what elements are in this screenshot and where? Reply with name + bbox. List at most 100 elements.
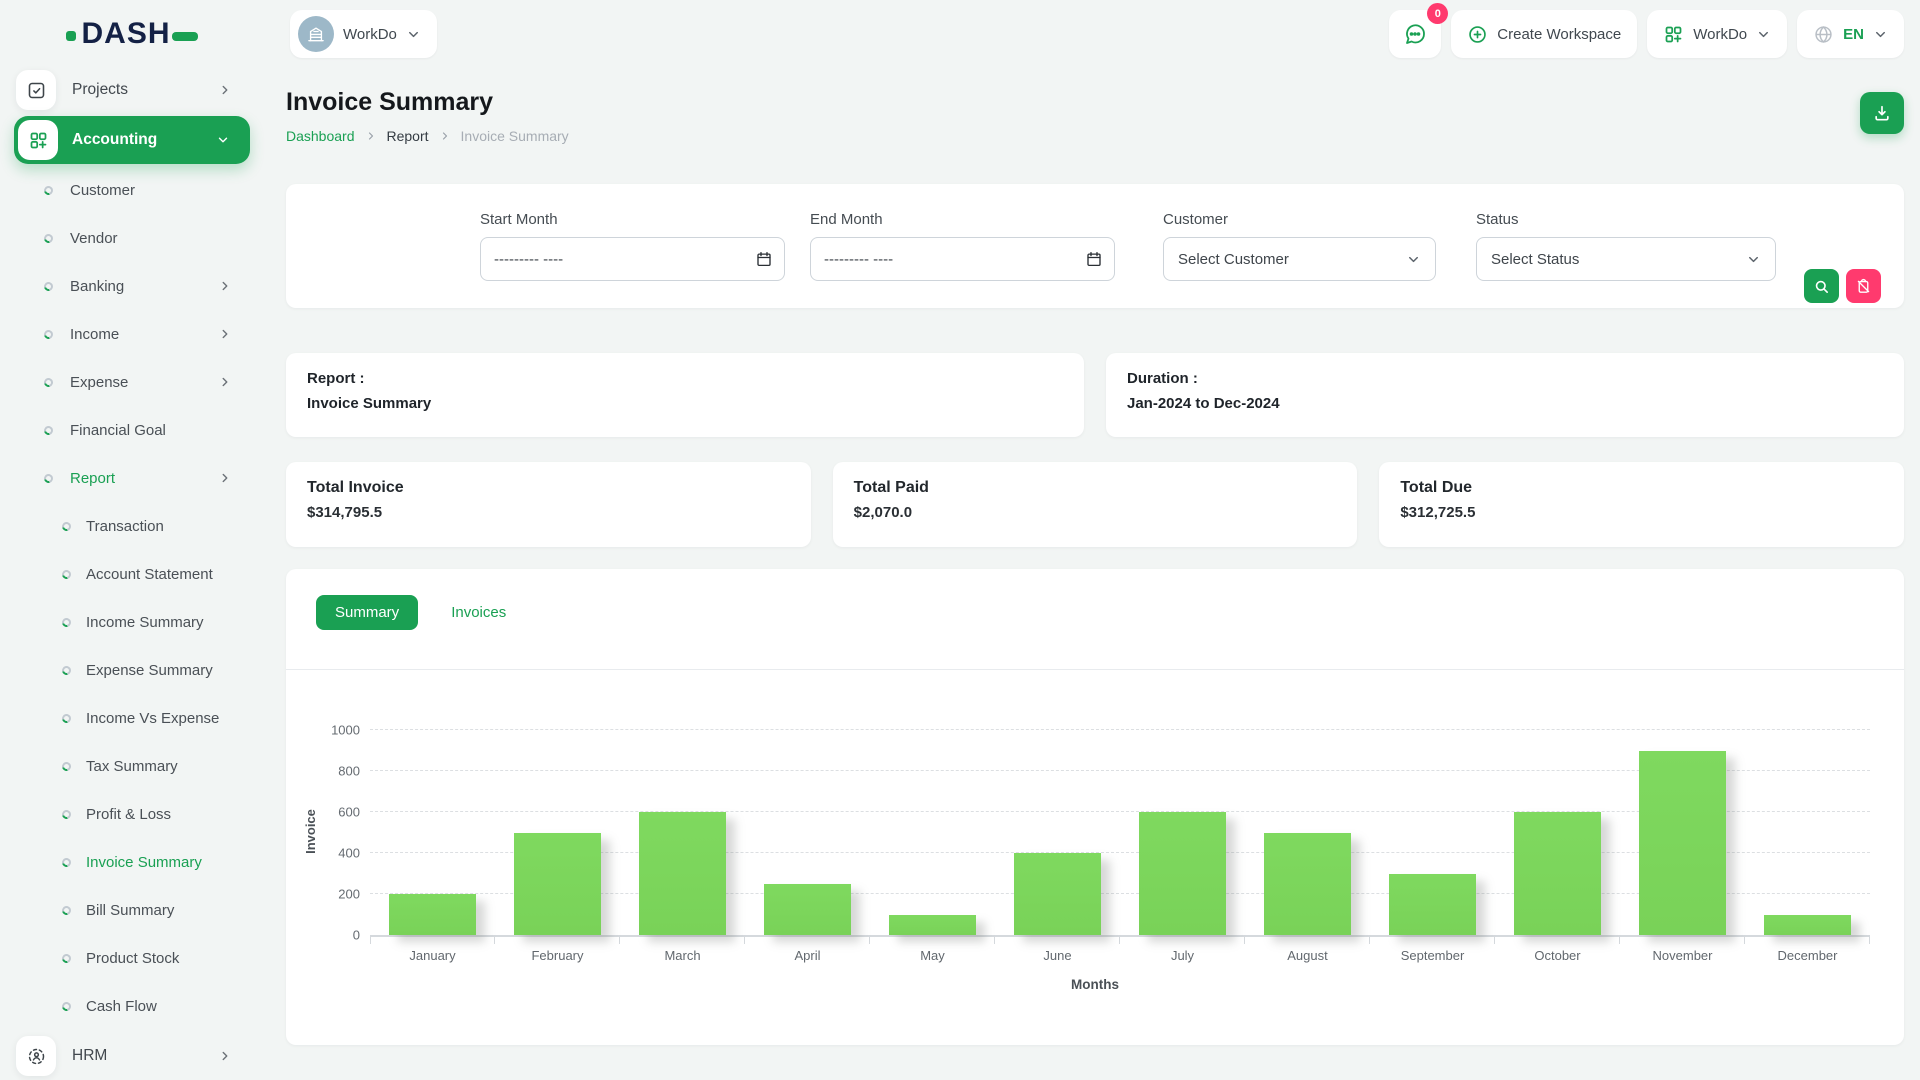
- bar-april: [764, 884, 851, 935]
- sidebar-item-report[interactable]: Report: [0, 454, 264, 502]
- end-month-label: End Month: [810, 211, 1115, 228]
- chevron-down-icon: [1406, 252, 1421, 267]
- sidebar-item-label: Expense Summary: [86, 662, 213, 679]
- bullet-icon: [60, 760, 72, 772]
- sidebar-item-expense-summary[interactable]: Expense Summary: [0, 646, 264, 694]
- grid-plus-icon: [28, 130, 49, 151]
- bullet-icon: [42, 232, 54, 244]
- chevron-right-icon: [218, 1049, 232, 1063]
- sidebar-item-invoice-summary[interactable]: Invoice Summary: [0, 838, 264, 886]
- bullet-icon: [42, 184, 54, 196]
- chevron-right-icon: [218, 83, 232, 97]
- x-tick-label: November: [1620, 948, 1745, 963]
- start-month-input[interactable]: [480, 237, 785, 281]
- sidebar-item-label: Transaction: [86, 518, 164, 535]
- end-month-input[interactable]: [810, 237, 1115, 281]
- sidebar-item-hrm[interactable]: HRM: [0, 1032, 264, 1080]
- tab-summary[interactable]: Summary: [316, 595, 418, 630]
- tab-invoices[interactable]: Invoices: [432, 595, 525, 630]
- sidebar-item-transaction[interactable]: Transaction: [0, 502, 264, 550]
- workspace-switcher[interactable]: WorkDo: [290, 10, 437, 58]
- sidebar-item-customer[interactable]: Customer: [0, 166, 264, 214]
- bar-july: [1139, 812, 1226, 935]
- sidebar-item-financial-goal[interactable]: Financial Goal: [0, 406, 264, 454]
- chevron-right-icon: [218, 375, 232, 389]
- calendar-icon[interactable]: [755, 250, 773, 268]
- sidebar-item-bill-summary[interactable]: Bill Summary: [0, 886, 264, 934]
- search-icon: [1813, 278, 1830, 295]
- breadcrumb-dashboard[interactable]: Dashboard: [286, 128, 355, 144]
- customer-field: Customer Select Customer: [1163, 211, 1436, 281]
- calendar-icon[interactable]: [1085, 250, 1103, 268]
- bullet-icon: [60, 568, 72, 580]
- bullet-icon: [60, 808, 72, 820]
- customer-select[interactable]: Select Customer: [1163, 237, 1436, 281]
- sidebar-item-label: Banking: [70, 278, 124, 295]
- sidebar-item-income-summary[interactable]: Income Summary: [0, 598, 264, 646]
- stat-card-total-paid: Total Paid $2,070.0: [833, 462, 1358, 547]
- x-tick-label: March: [620, 948, 745, 963]
- x-tick: [995, 937, 1120, 944]
- status-select[interactable]: Select Status: [1476, 237, 1776, 281]
- x-tick-label: April: [745, 948, 870, 963]
- breadcrumb-separator-icon: [365, 130, 377, 142]
- x-tick: [1745, 937, 1870, 944]
- page-header: Invoice Summary DashboardReportInvoice S…: [286, 88, 1904, 144]
- search-button[interactable]: [1804, 269, 1839, 303]
- bar-column: [1120, 730, 1245, 935]
- bar-series: [370, 730, 1870, 935]
- start-month-field: Start Month: [480, 211, 785, 281]
- sidebar-item-product-stock[interactable]: Product Stock: [0, 934, 264, 982]
- stat-value: $2,070.0: [854, 504, 1337, 521]
- brand-logo[interactable]: DASH: [0, 17, 264, 51]
- bar-november: [1639, 751, 1726, 936]
- reset-button[interactable]: [1846, 269, 1881, 303]
- sidebar-item-account-statement[interactable]: Account Statement: [0, 550, 264, 598]
- bar-june: [1014, 853, 1101, 935]
- sidebar-item-expense[interactable]: Expense: [0, 358, 264, 406]
- workdo-menu-button[interactable]: WorkDo: [1647, 10, 1787, 58]
- status-label: Status: [1476, 211, 1776, 228]
- sidebar-item-label: Financial Goal: [70, 422, 166, 439]
- messages-button[interactable]: 0: [1389, 10, 1441, 58]
- chat-icon: [1403, 22, 1427, 46]
- sidebar-item-income[interactable]: Income: [0, 310, 264, 358]
- globe-icon: [1813, 24, 1834, 45]
- chevron-down-icon: [1873, 27, 1888, 42]
- breadcrumb-report[interactable]: Report: [387, 128, 429, 144]
- sidebar-item-income-vs-expense[interactable]: Income Vs Expense: [0, 694, 264, 742]
- create-workspace-button[interactable]: Create Workspace: [1451, 10, 1637, 58]
- logo-dot-accent: [66, 31, 76, 41]
- invoice-bar-chart: Invoice02004006008001000: [370, 730, 1870, 935]
- x-tick-label: February: [495, 948, 620, 963]
- sidebar-item-label: Bill Summary: [86, 902, 174, 919]
- x-tick: [1120, 937, 1245, 944]
- sidebar-item-tax-summary[interactable]: Tax Summary: [0, 742, 264, 790]
- x-tick-label: August: [1245, 948, 1370, 963]
- bar-column: [745, 730, 870, 935]
- sidebar-item-cash-flow[interactable]: Cash Flow: [0, 982, 264, 1030]
- reset-icon: [1855, 278, 1872, 295]
- download-button[interactable]: [1860, 92, 1904, 134]
- status-field: Status Select Status: [1476, 211, 1776, 281]
- stat-value: $314,795.5: [307, 504, 790, 521]
- bullet-icon: [42, 328, 54, 340]
- sidebar-item-banking[interactable]: Banking: [0, 262, 264, 310]
- sidebar-item-projects[interactable]: Projects: [0, 66, 264, 114]
- language-selector[interactable]: EN: [1797, 10, 1904, 58]
- sidebar-item-accounting[interactable]: Accounting: [14, 116, 250, 164]
- bar-column: [1745, 730, 1870, 935]
- x-tick: [1495, 937, 1620, 944]
- breadcrumb-invoice-summary: Invoice Summary: [461, 128, 569, 144]
- sidebar-item-vendor[interactable]: Vendor: [0, 214, 264, 262]
- chevron-right-icon: [218, 279, 232, 293]
- status-select-value: Select Status: [1491, 251, 1579, 268]
- sidebar-item-label: Customer: [70, 182, 135, 199]
- sidebar-item-profit-loss[interactable]: Profit & Loss: [0, 790, 264, 838]
- sidebar-item-label: Product Stock: [86, 950, 179, 967]
- stat-label: Total Paid: [854, 479, 1337, 497]
- sidebar-item-label: Expense: [70, 374, 128, 391]
- y-tick-label: 400: [320, 846, 360, 861]
- y-tick-label: 600: [320, 805, 360, 820]
- topbar-actions: 0 Create Workspace WorkDo EN: [1389, 10, 1904, 58]
